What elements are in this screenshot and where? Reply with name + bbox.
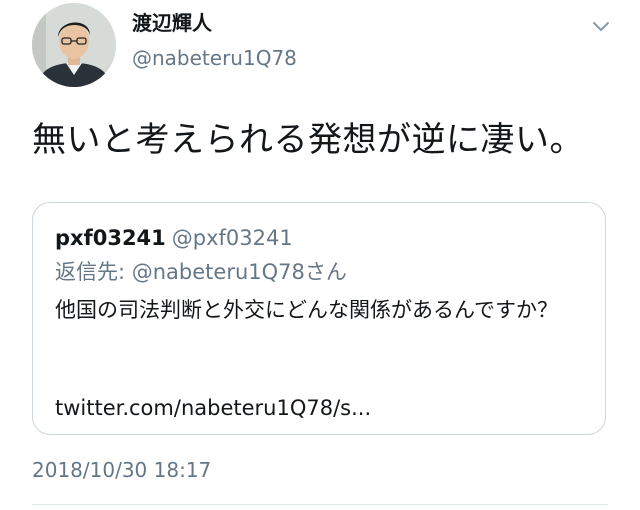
author-avatar[interactable] (32, 3, 116, 87)
divider (32, 504, 608, 505)
quoted-tweet-text: 他国の司法判断と外交にどんな関係があるんですか？ (55, 298, 558, 322)
avatar-photo (32, 3, 116, 87)
author-handle[interactable]: @nabeteru1Q78 (132, 43, 297, 73)
quoted-tweet-link[interactable]: twitter.com/nabeteru1Q78/s... (55, 393, 371, 423)
author-display-name[interactable]: 渡辺輝人 (132, 8, 212, 38)
quoted-tweet-card[interactable]: pxf03241 @pxf03241 返信先: @nabeteru1Q78さん 他… (32, 202, 606, 435)
quoted-handle: @pxf03241 (171, 226, 293, 250)
quoted-tweet-header: pxf03241 @pxf03241 (55, 223, 293, 253)
quoted-reply-to: 返信先: @nabeteru1Q78さん (55, 260, 347, 284)
quoted-display-name: pxf03241 (55, 226, 166, 250)
tweet-timestamp[interactable]: 2018/10/30 18:17 (32, 455, 211, 485)
tweet-text: 無いと考えられる発想が逆に凄い。 (32, 120, 584, 160)
chevron-down-icon[interactable] (588, 14, 614, 40)
